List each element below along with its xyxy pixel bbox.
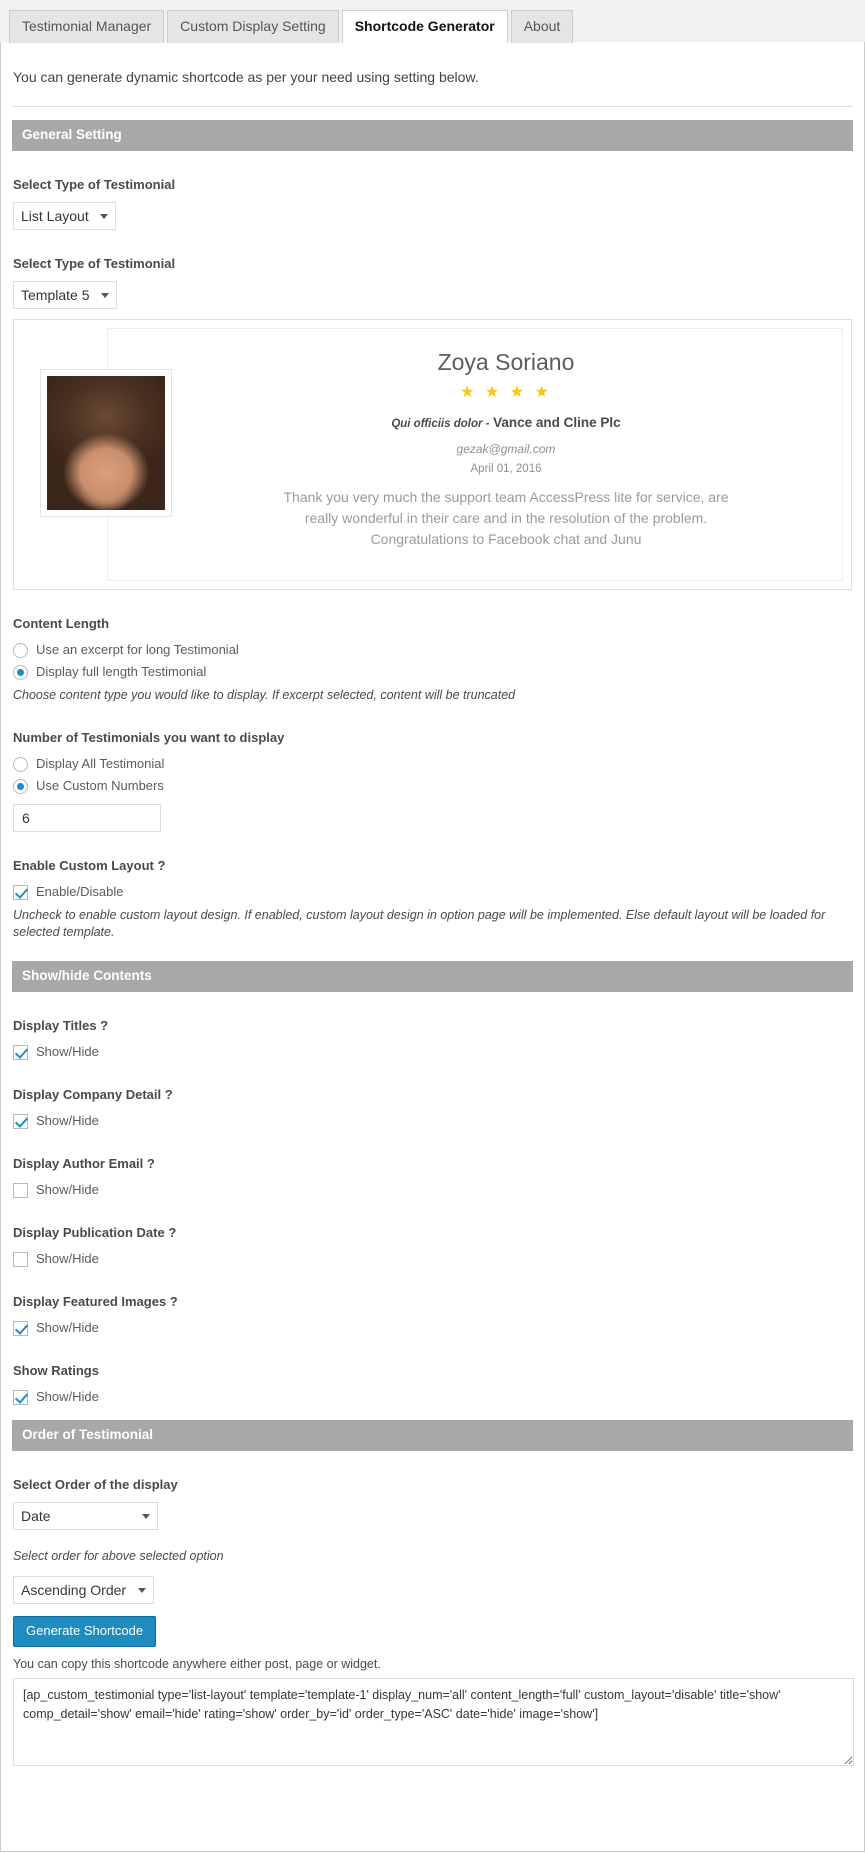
label-display-featured-images: Display Featured Images ? (13, 1294, 178, 1309)
label-select-order: Select Order of the display (13, 1477, 178, 1492)
checkbox-row-display-company-detail[interactable]: Show/Hide (13, 1112, 853, 1130)
label-select-template: Select Type of Testimonial (13, 256, 176, 271)
checkbox-row-display-featured-images[interactable]: Show/Hide (13, 1319, 853, 1337)
tab-about[interactable]: About (510, 10, 574, 43)
testimonial-company: Vance and Cline Plc (493, 415, 621, 430)
radio-label-use-excerpt[interactable]: Use an excerpt for long Testimonial (36, 641, 239, 659)
label-content-length: Content Length (13, 616, 110, 631)
radio-display-all[interactable] (13, 756, 28, 772)
checkbox-label-display-author-email[interactable]: Show/Hide (36, 1181, 99, 1199)
rating-stars: ★ ★ ★ ★ (460, 384, 552, 401)
radio-row-full-length[interactable]: Display full length Testimonial (13, 663, 853, 681)
testimonial-company-line: Qui officiis dolor - Vance and Cline Plc (190, 414, 822, 433)
select-order-type-wrapper[interactable]: Ascending Order (13, 1576, 154, 1604)
help-content-length: Choose content type you would like to di… (13, 688, 516, 702)
custom-number-input[interactable] (13, 804, 161, 832)
label-display-author-email: Display Author Email ? (13, 1156, 155, 1171)
label-show-ratings: Show Ratings (13, 1363, 99, 1378)
checkbox-label-display-featured-images[interactable]: Show/Hide (36, 1319, 99, 1337)
label-display-titles: Display Titles ? (13, 1018, 109, 1033)
checkbox-label-display-titles[interactable]: Show/Hide (36, 1043, 99, 1061)
checkbox-display-company-detail[interactable] (13, 1113, 28, 1129)
tab-custom-display-setting[interactable]: Custom Display Setting (167, 10, 339, 43)
help-select-order-type: Select order for above selected option (13, 1549, 224, 1563)
select-testimonial-type[interactable]: List Layout (13, 202, 116, 230)
section-header-general-setting: General Setting (12, 120, 853, 151)
label-display-publication-date: Display Publication Date ? (13, 1225, 177, 1240)
checkbox-row-display-publication-date[interactable]: Show/Hide (13, 1250, 853, 1268)
testimonial-card: Zoya Soriano ★ ★ ★ ★ Qui officiis dolor … (40, 328, 843, 581)
select-order-wrapper[interactable]: Date (13, 1502, 158, 1530)
checkbox-display-publication-date[interactable] (13, 1251, 28, 1267)
select-type-wrapper[interactable]: List Layout (13, 202, 116, 230)
checkbox-label-display-publication-date[interactable]: Show/Hide (36, 1250, 99, 1268)
testimonial-body: Zoya Soriano ★ ★ ★ ★ Qui officiis dolor … (128, 347, 822, 550)
testimonial-email: gezak@gmail.com (456, 442, 556, 456)
checkbox-label-enable-disable[interactable]: Enable/Disable (36, 883, 123, 901)
checkbox-show-ratings[interactable] (13, 1389, 28, 1405)
section-header-order-of-testimonial: Order of Testimonial (12, 1420, 853, 1451)
help-custom-layout: Uncheck to enable custom layout design. … (13, 908, 826, 939)
label-number-of-testimonials: Number of Testimonials you want to displ… (13, 730, 285, 745)
shortcode-output-textarea[interactable]: [ap_custom_testimonial type='list-layout… (13, 1678, 854, 1766)
page-intro-text: You can generate dynamic shortcode as pe… (13, 69, 479, 85)
intro-divider (12, 106, 853, 107)
radio-row-display-all[interactable]: Display All Testimonial (13, 755, 853, 773)
testimonial-avatar (40, 369, 172, 517)
radio-label-display-full-length[interactable]: Display full length Testimonial (36, 663, 206, 681)
section-header-showhide-contents: Show/hide Contents (12, 961, 853, 992)
label-display-company-detail: Display Company Detail ? (13, 1087, 173, 1102)
copy-shortcode-note: You can copy this shortcode anywhere eit… (13, 1657, 381, 1671)
page-content: You can generate dynamic shortcode as pe… (0, 42, 865, 1852)
avatar-photo (47, 376, 165, 510)
checkbox-display-featured-images[interactable] (13, 1320, 28, 1336)
radio-row-custom-numbers[interactable]: Use Custom Numbers (13, 777, 853, 795)
tab-shortcode-generator[interactable]: Shortcode Generator (341, 10, 508, 43)
checkbox-label-show-ratings[interactable]: Show/Hide (36, 1388, 99, 1406)
template-preview-box: Zoya Soriano ★ ★ ★ ★ Qui officiis dolor … (13, 319, 852, 590)
radio-label-use-custom-numbers[interactable]: Use Custom Numbers (36, 777, 164, 795)
checkbox-label-display-company-detail[interactable]: Show/Hide (36, 1112, 99, 1130)
checkbox-row-display-titles[interactable]: Show/Hide (13, 1043, 853, 1061)
radio-row-excerpt[interactable]: Use an excerpt for long Testimonial (13, 641, 853, 659)
label-enable-custom-layout: Enable Custom Layout ? (13, 858, 166, 873)
tab-testimonial-manager[interactable]: Testimonial Manager (9, 10, 165, 43)
select-template-wrapper[interactable]: Template 5 (13, 281, 117, 309)
testimonial-position: Qui officiis dolor - (391, 418, 490, 430)
checkbox-enable-disable[interactable] (13, 884, 28, 900)
testimonial-author-name: Zoya Soriano (437, 349, 575, 375)
testimonial-content: Thank you very much the support team Acc… (283, 489, 729, 547)
radio-use-excerpt[interactable] (13, 642, 28, 658)
radio-display-full-length[interactable] (13, 664, 28, 680)
select-order-by[interactable]: Date (13, 1502, 158, 1530)
radio-use-custom-numbers[interactable] (13, 778, 28, 794)
select-testimonial-template[interactable]: Template 5 (13, 281, 117, 309)
checkbox-row-show-ratings[interactable]: Show/Hide (13, 1388, 853, 1406)
checkbox-display-titles[interactable] (13, 1044, 28, 1060)
checkbox-row-display-author-email[interactable]: Show/Hide (13, 1181, 853, 1199)
radio-label-display-all[interactable]: Display All Testimonial (36, 755, 164, 773)
label-select-type-of-testimonial: Select Type of Testimonial (13, 177, 176, 192)
testimonial-date: April 01, 2016 (470, 463, 542, 475)
tab-bar: Testimonial Manager Custom Display Settin… (0, 0, 865, 43)
checkbox-display-author-email[interactable] (13, 1182, 28, 1198)
checkbox-row-enable-custom-layout[interactable]: Enable/Disable (13, 883, 853, 901)
generate-shortcode-button[interactable]: Generate Shortcode (13, 1616, 157, 1647)
select-order-type[interactable]: Ascending Order (13, 1576, 154, 1604)
